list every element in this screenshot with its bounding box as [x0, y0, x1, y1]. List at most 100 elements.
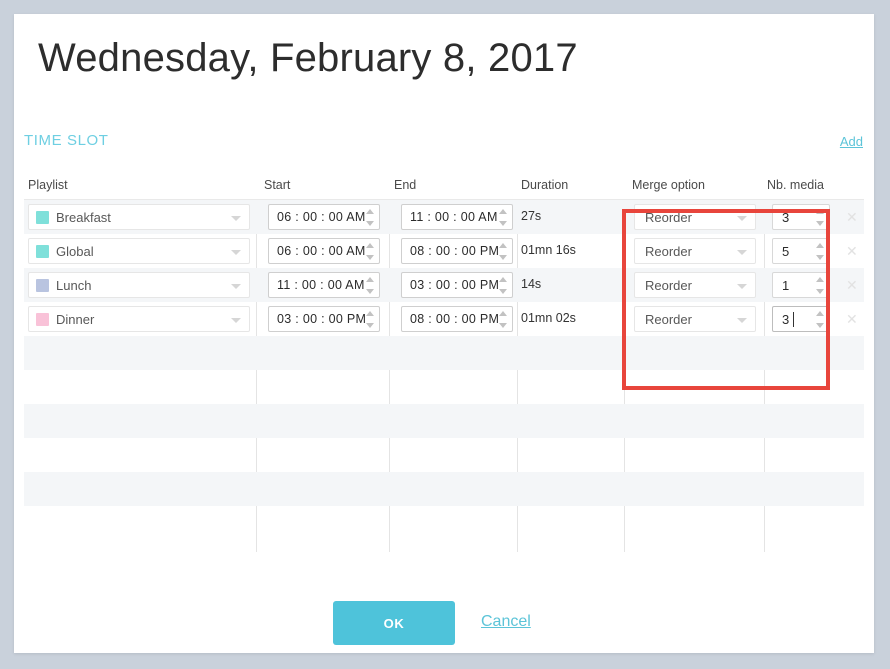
start-time-value: 11 : 00 : 00 AM: [277, 278, 365, 292]
end-time-input[interactable]: 08 : 00 : 00 PM: [401, 238, 513, 264]
spinner-icon[interactable]: [816, 310, 825, 329]
start-time-input[interactable]: 06 : 00 : 00 AM: [268, 204, 380, 230]
table-row-empty[interactable]: [24, 336, 864, 370]
spinner-icon[interactable]: [366, 276, 375, 295]
spinner-icon[interactable]: [816, 276, 825, 295]
table-row-empty[interactable]: [24, 404, 864, 438]
table-row-empty[interactable]: [24, 506, 864, 540]
table-body: Breakfast 06 : 00 : 00 AM 11 : 00 : 00 A…: [24, 200, 864, 552]
duration-value: 27s: [521, 209, 542, 223]
column-header-playlist: Playlist: [28, 178, 68, 192]
cell-end: 08 : 00 : 00 PM: [389, 302, 517, 336]
spinner-icon[interactable]: [499, 276, 508, 295]
cell-start: 11 : 00 : 00 AM: [256, 268, 389, 302]
cell-playlist: Lunch: [24, 268, 256, 302]
spinner-icon[interactable]: [366, 242, 375, 261]
end-time-value: 03 : 00 : 00 PM: [410, 278, 500, 292]
time-slot-table: Playlist Start End Duration Merge option…: [24, 172, 864, 552]
chevron-down-icon: [737, 318, 747, 323]
end-time-value: 11 : 00 : 00 AM: [410, 210, 498, 224]
cell-duration: 27s: [517, 200, 624, 234]
end-time-input[interactable]: 11 : 00 : 00 AM: [401, 204, 513, 230]
start-time-input[interactable]: 11 : 00 : 00 AM: [268, 272, 380, 298]
table-row-empty[interactable]: [24, 370, 864, 404]
cell-merge-option: Reorder: [624, 234, 764, 268]
duration-value: 01mn 02s: [521, 311, 576, 325]
playlist-select-label: Lunch: [56, 278, 92, 293]
start-time-value: 03 : 00 : 00 PM: [277, 312, 367, 326]
table-row-empty[interactable]: [24, 438, 864, 472]
cell-duration: 14s: [517, 268, 624, 302]
playlist-select[interactable]: Dinner: [28, 306, 250, 332]
nb-media-value: 3: [782, 210, 790, 225]
nb-media-input[interactable]: 3: [772, 306, 830, 332]
section-title: TIME SLOT: [24, 132, 109, 149]
close-icon[interactable]: ✕: [846, 244, 858, 258]
playlist-select[interactable]: Breakfast: [28, 204, 250, 230]
spinner-icon[interactable]: [499, 242, 508, 261]
ok-button[interactable]: OK: [333, 601, 455, 645]
merge-option-label: Reorder: [645, 278, 692, 293]
column-header-merge-option: Merge option: [632, 178, 705, 192]
playlist-select-label: Breakfast: [56, 210, 111, 225]
nb-media-input[interactable]: 3: [772, 204, 830, 230]
column-header-start: Start: [264, 178, 291, 192]
cell-start: 03 : 00 : 00 PM: [256, 302, 389, 336]
section-header: TIME SLOT Add: [24, 132, 864, 162]
dialog-footer: OK Cancel: [14, 586, 874, 646]
spinner-icon[interactable]: [816, 242, 825, 261]
nb-media-value: 3: [782, 312, 790, 327]
end-time-value: 08 : 00 : 00 PM: [410, 244, 500, 258]
close-icon[interactable]: ✕: [846, 278, 858, 292]
cell-duration: 01mn 16s: [517, 234, 624, 268]
table-row: Lunch 11 : 00 : 00 AM 03 : 00 : 00 PM 14…: [24, 268, 864, 302]
cell-nb-media: 3 ✕: [764, 302, 864, 336]
cell-duration: 01mn 02s: [517, 302, 624, 336]
chevron-down-icon: [737, 284, 747, 289]
cancel-link[interactable]: Cancel: [481, 613, 531, 631]
column-header-duration: Duration: [521, 178, 569, 192]
merge-option-label: Reorder: [645, 312, 692, 327]
page-title: Wednesday, February 8, 2017: [38, 36, 578, 80]
end-time-input[interactable]: 08 : 00 : 00 PM: [401, 306, 513, 332]
close-icon[interactable]: ✕: [846, 312, 858, 326]
cell-playlist: Dinner: [24, 302, 256, 336]
duration-value: 01mn 16s: [521, 243, 576, 257]
merge-option-select[interactable]: Reorder: [634, 238, 756, 264]
cell-nb-media: 3 ✕: [764, 200, 864, 234]
merge-option-select[interactable]: Reorder: [634, 272, 756, 298]
nb-media-value: 1: [782, 278, 790, 293]
spinner-icon[interactable]: [816, 208, 825, 227]
merge-option-select[interactable]: Reorder: [634, 204, 756, 230]
cell-merge-option: Reorder: [624, 200, 764, 234]
end-time-value: 08 : 00 : 00 PM: [410, 312, 500, 326]
playlist-select[interactable]: Global: [28, 238, 250, 264]
playlist-select[interactable]: Lunch: [28, 272, 250, 298]
spinner-icon[interactable]: [366, 310, 375, 329]
spinner-icon[interactable]: [366, 208, 375, 227]
playlist-color-swatch: [36, 245, 49, 258]
nb-media-input[interactable]: 5: [772, 238, 830, 264]
cell-merge-option: Reorder: [624, 302, 764, 336]
chevron-down-icon: [231, 250, 241, 255]
close-icon[interactable]: ✕: [846, 210, 858, 224]
text-cursor: [793, 312, 794, 327]
table-row: Breakfast 06 : 00 : 00 AM 11 : 00 : 00 A…: [24, 200, 864, 234]
merge-option-label: Reorder: [645, 210, 692, 225]
start-time-input[interactable]: 06 : 00 : 00 AM: [268, 238, 380, 264]
playlist-color-swatch: [36, 313, 49, 326]
start-time-value: 06 : 00 : 00 AM: [277, 210, 366, 224]
nb-media-input[interactable]: 1: [772, 272, 830, 298]
spinner-icon[interactable]: [499, 310, 508, 329]
cell-nb-media: 1 ✕: [764, 268, 864, 302]
spinner-icon[interactable]: [499, 208, 508, 227]
chevron-down-icon: [737, 250, 747, 255]
cell-end: 03 : 00 : 00 PM: [389, 268, 517, 302]
add-time-slot-link[interactable]: Add: [840, 134, 863, 149]
cell-end: 11 : 00 : 00 AM: [389, 200, 517, 234]
table-row-empty[interactable]: [24, 472, 864, 506]
merge-option-select[interactable]: Reorder: [634, 306, 756, 332]
end-time-input[interactable]: 03 : 00 : 00 PM: [401, 272, 513, 298]
start-time-input[interactable]: 03 : 00 : 00 PM: [268, 306, 380, 332]
cell-end: 08 : 00 : 00 PM: [389, 234, 517, 268]
